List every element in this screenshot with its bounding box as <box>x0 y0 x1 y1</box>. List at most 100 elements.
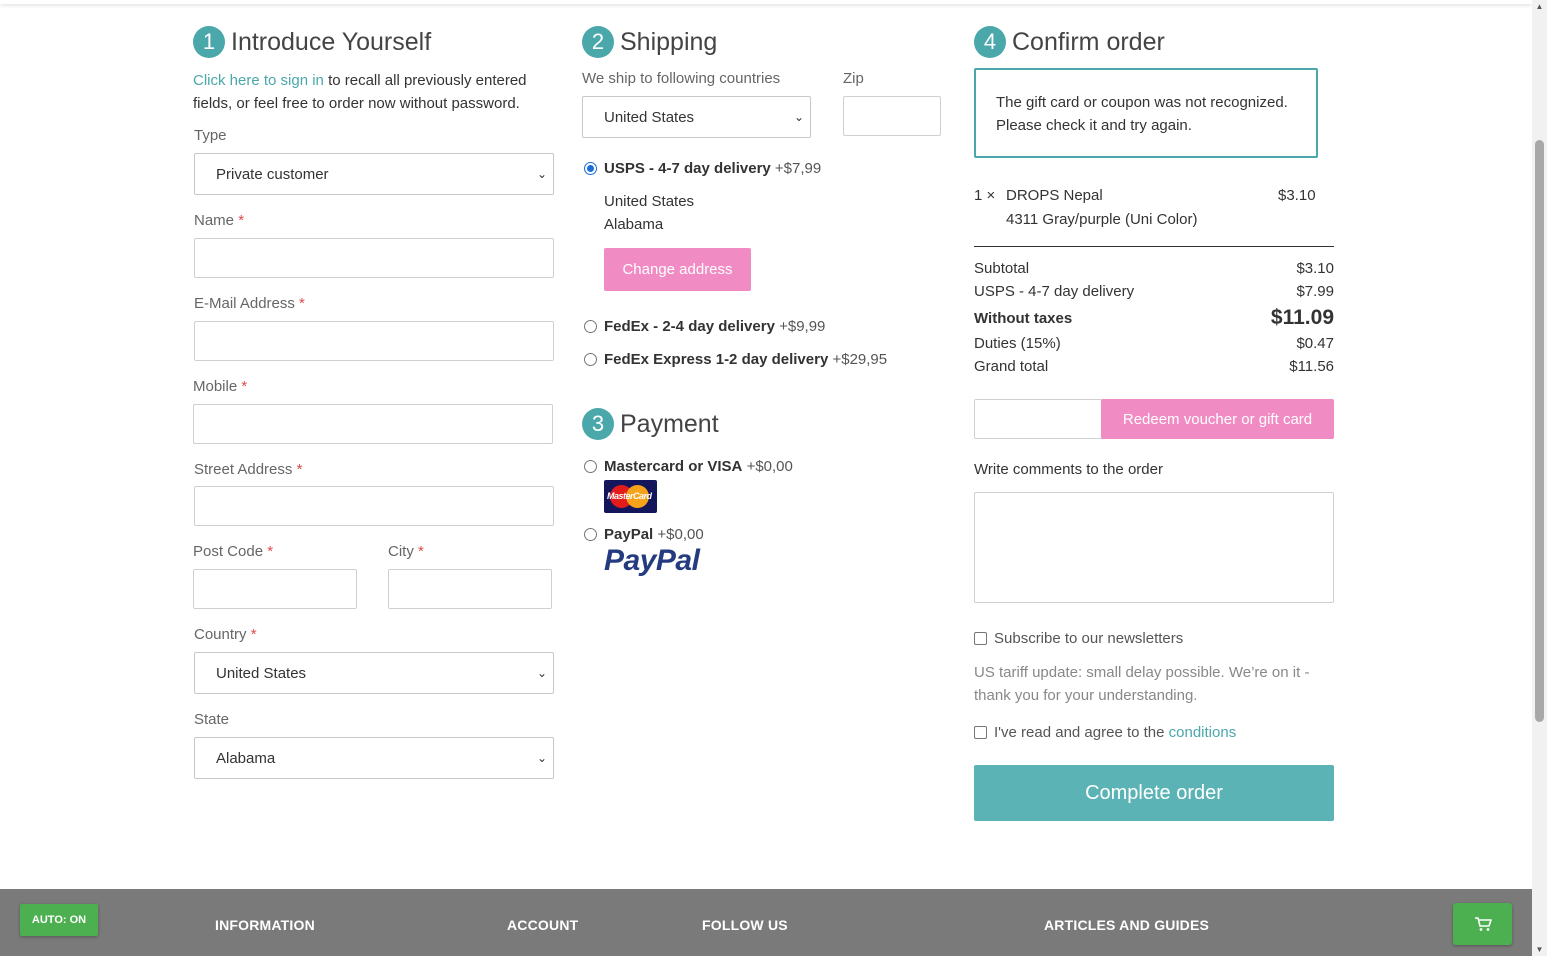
payment-option-paypal[interactable]: PayPal +$0,00 <box>604 526 704 543</box>
scrollbar[interactable]: ▲ ▼ <box>1532 0 1547 956</box>
address-line-1: United States <box>604 193 695 210</box>
email-field[interactable] <box>194 321 554 361</box>
street-label-text: Street Address <box>194 461 293 478</box>
item-name-link[interactable]: DROPS Nepal <box>1006 187 1103 204</box>
subscribe-checkbox[interactable] <box>974 632 987 645</box>
footer-heading-account[interactable]: ACCOUNT <box>507 917 578 933</box>
required-mark: * <box>238 212 245 229</box>
introduce-header: 1 Introduce Yourself <box>193 24 554 60</box>
cart-icon <box>1474 917 1492 931</box>
complete-order-button[interactable]: Complete order <box>974 765 1334 821</box>
footer-heading-information[interactable]: INFORMATION <box>215 917 315 933</box>
shipping-option-fedex[interactable]: FedEx - 2-4 day delivery +$9,99 <box>604 318 825 335</box>
address-line-2: Alabama <box>604 216 664 233</box>
introduce-section: 1 Introduce Yourself Click here to sign … <box>193 24 554 115</box>
comments-textarea[interactable] <box>974 492 1334 603</box>
cart-button[interactable] <box>1453 903 1512 945</box>
top-shadow <box>0 0 1532 4</box>
ship-country-select[interactable]: United States ⌄ <box>582 96 811 138</box>
chevron-down-icon: ⌄ <box>536 167 547 181</box>
signin-link[interactable]: Click here to sign in <box>193 72 324 89</box>
footer: INFORMATION ACCOUNT FOLLOW US ARTICLES A… <box>0 889 1532 956</box>
auto-toggle-button[interactable]: AUTO: ON <box>20 904 98 936</box>
total-row: Without taxes $11.09 <box>974 306 1334 330</box>
type-select[interactable]: Private customer ⌄ <box>194 153 554 195</box>
name-label: Name * <box>194 212 244 229</box>
section-title: Payment <box>620 409 719 438</box>
option-price: +$0,00 <box>657 526 704 543</box>
option-price: +$7,99 <box>774 160 822 177</box>
total-row: USPS - 4-7 day delivery $7.99 <box>974 283 1334 300</box>
mastercard-logo: MasterCard <box>604 480 657 513</box>
change-address-button[interactable]: Change address <box>604 248 751 291</box>
name-field[interactable] <box>194 238 554 278</box>
tariff-note: US tariff update: small delay possible. … <box>974 664 1310 704</box>
intro-text: Click here to sign in to recall all prev… <box>193 69 554 115</box>
state-select[interactable]: Alabama ⌄ <box>194 737 554 779</box>
section-title: Confirm order <box>1012 27 1165 56</box>
payment-radio-mastercard[interactable] <box>584 460 597 473</box>
conditions-link[interactable]: conditions <box>1169 724 1237 741</box>
option-name: FedEx Express 1-2 day delivery <box>604 351 829 368</box>
required-mark: * <box>299 295 305 312</box>
city-label-text: City <box>388 543 414 560</box>
shipping-radio-usps[interactable] <box>584 162 597 175</box>
country-select[interactable]: United States ⌄ <box>194 652 554 694</box>
state-value: Alabama <box>216 749 276 767</box>
footer-heading-articles[interactable]: ARTICLES AND GUIDES <box>1044 917 1209 933</box>
email-label: E-Mail Address * <box>194 295 305 312</box>
comments-link[interactable]: Write comments to the order <box>974 461 1163 478</box>
item-qty: 1 × <box>974 187 996 204</box>
option-price: +$29,95 <box>832 351 888 368</box>
total-row: Duties (15%) $0.47 <box>974 335 1334 352</box>
country-label-text: Country <box>194 626 247 643</box>
name-label-text: Name <box>194 212 235 229</box>
postcode-field[interactable] <box>193 569 357 609</box>
payment-radio-paypal[interactable] <box>584 528 597 541</box>
mobile-label: Mobile * <box>193 378 247 395</box>
postcode-label-text: Post Code <box>193 543 264 560</box>
payment-option-mastercard[interactable]: Mastercard or VISA +$0,00 <box>604 458 793 475</box>
intro-text-1: to recall all previously entered <box>323 72 527 89</box>
ship-countries-label: We ship to following countries <box>582 70 781 87</box>
type-label: Type <box>194 127 227 144</box>
state-label: State <box>194 711 230 728</box>
section-title: Shipping <box>620 27 718 56</box>
totals-divider <box>974 246 1334 247</box>
option-price: +$0,00 <box>746 458 793 475</box>
option-name: FedEx - 2-4 day delivery <box>604 318 775 335</box>
zip-field[interactable] <box>843 96 941 136</box>
city-field[interactable] <box>388 569 552 609</box>
country-label: Country * <box>194 626 257 643</box>
shipping-radio-fedex-express[interactable] <box>584 353 597 366</box>
option-name: PayPal <box>604 526 654 543</box>
payment-header: 3 Payment <box>582 406 719 442</box>
coupon-alert: The gift card or coupon was not recogniz… <box>974 68 1318 158</box>
postcode-label: Post Code * <box>193 543 273 560</box>
total-label: Without taxes <box>974 309 1073 327</box>
required-mark: * <box>241 378 248 395</box>
total-label: Duties (15%) <box>974 335 1061 352</box>
shipping-option-usps[interactable]: USPS - 4-7 day delivery +$7,99 <box>604 160 821 177</box>
chevron-down-icon: ⌄ <box>793 110 804 124</box>
scroll-thumb[interactable] <box>1535 140 1544 722</box>
scroll-down-icon[interactable]: ▼ <box>1535 945 1544 954</box>
redeem-voucher-button[interactable]: Redeem voucher or gift card <box>1101 399 1334 439</box>
chevron-down-icon: ⌄ <box>536 751 547 765</box>
voucher-input[interactable] <box>974 399 1102 439</box>
shipping-radio-fedex[interactable] <box>584 320 597 333</box>
chevron-down-icon: ⌄ <box>536 666 547 680</box>
intro-text-2: fields, or feel free to order now withou… <box>193 95 520 112</box>
street-field[interactable] <box>194 486 554 526</box>
street-label: Street Address * <box>194 461 302 478</box>
agree-checkbox[interactable] <box>974 726 987 739</box>
footer-heading-follow-us[interactable]: FOLLOW US <box>702 917 788 933</box>
option-name: Mastercard or VISA <box>604 458 743 475</box>
total-label: Grand total <box>974 358 1049 375</box>
step-number: 4 <box>974 26 1006 58</box>
scroll-up-icon[interactable]: ▲ <box>1535 2 1544 11</box>
shipping-option-fedex-express[interactable]: FedEx Express 1-2 day delivery +$29,95 <box>604 351 887 368</box>
total-value: $3.10 <box>1296 260 1334 277</box>
shipping-section: 2 Shipping <box>582 24 942 60</box>
mobile-field[interactable] <box>193 404 553 444</box>
